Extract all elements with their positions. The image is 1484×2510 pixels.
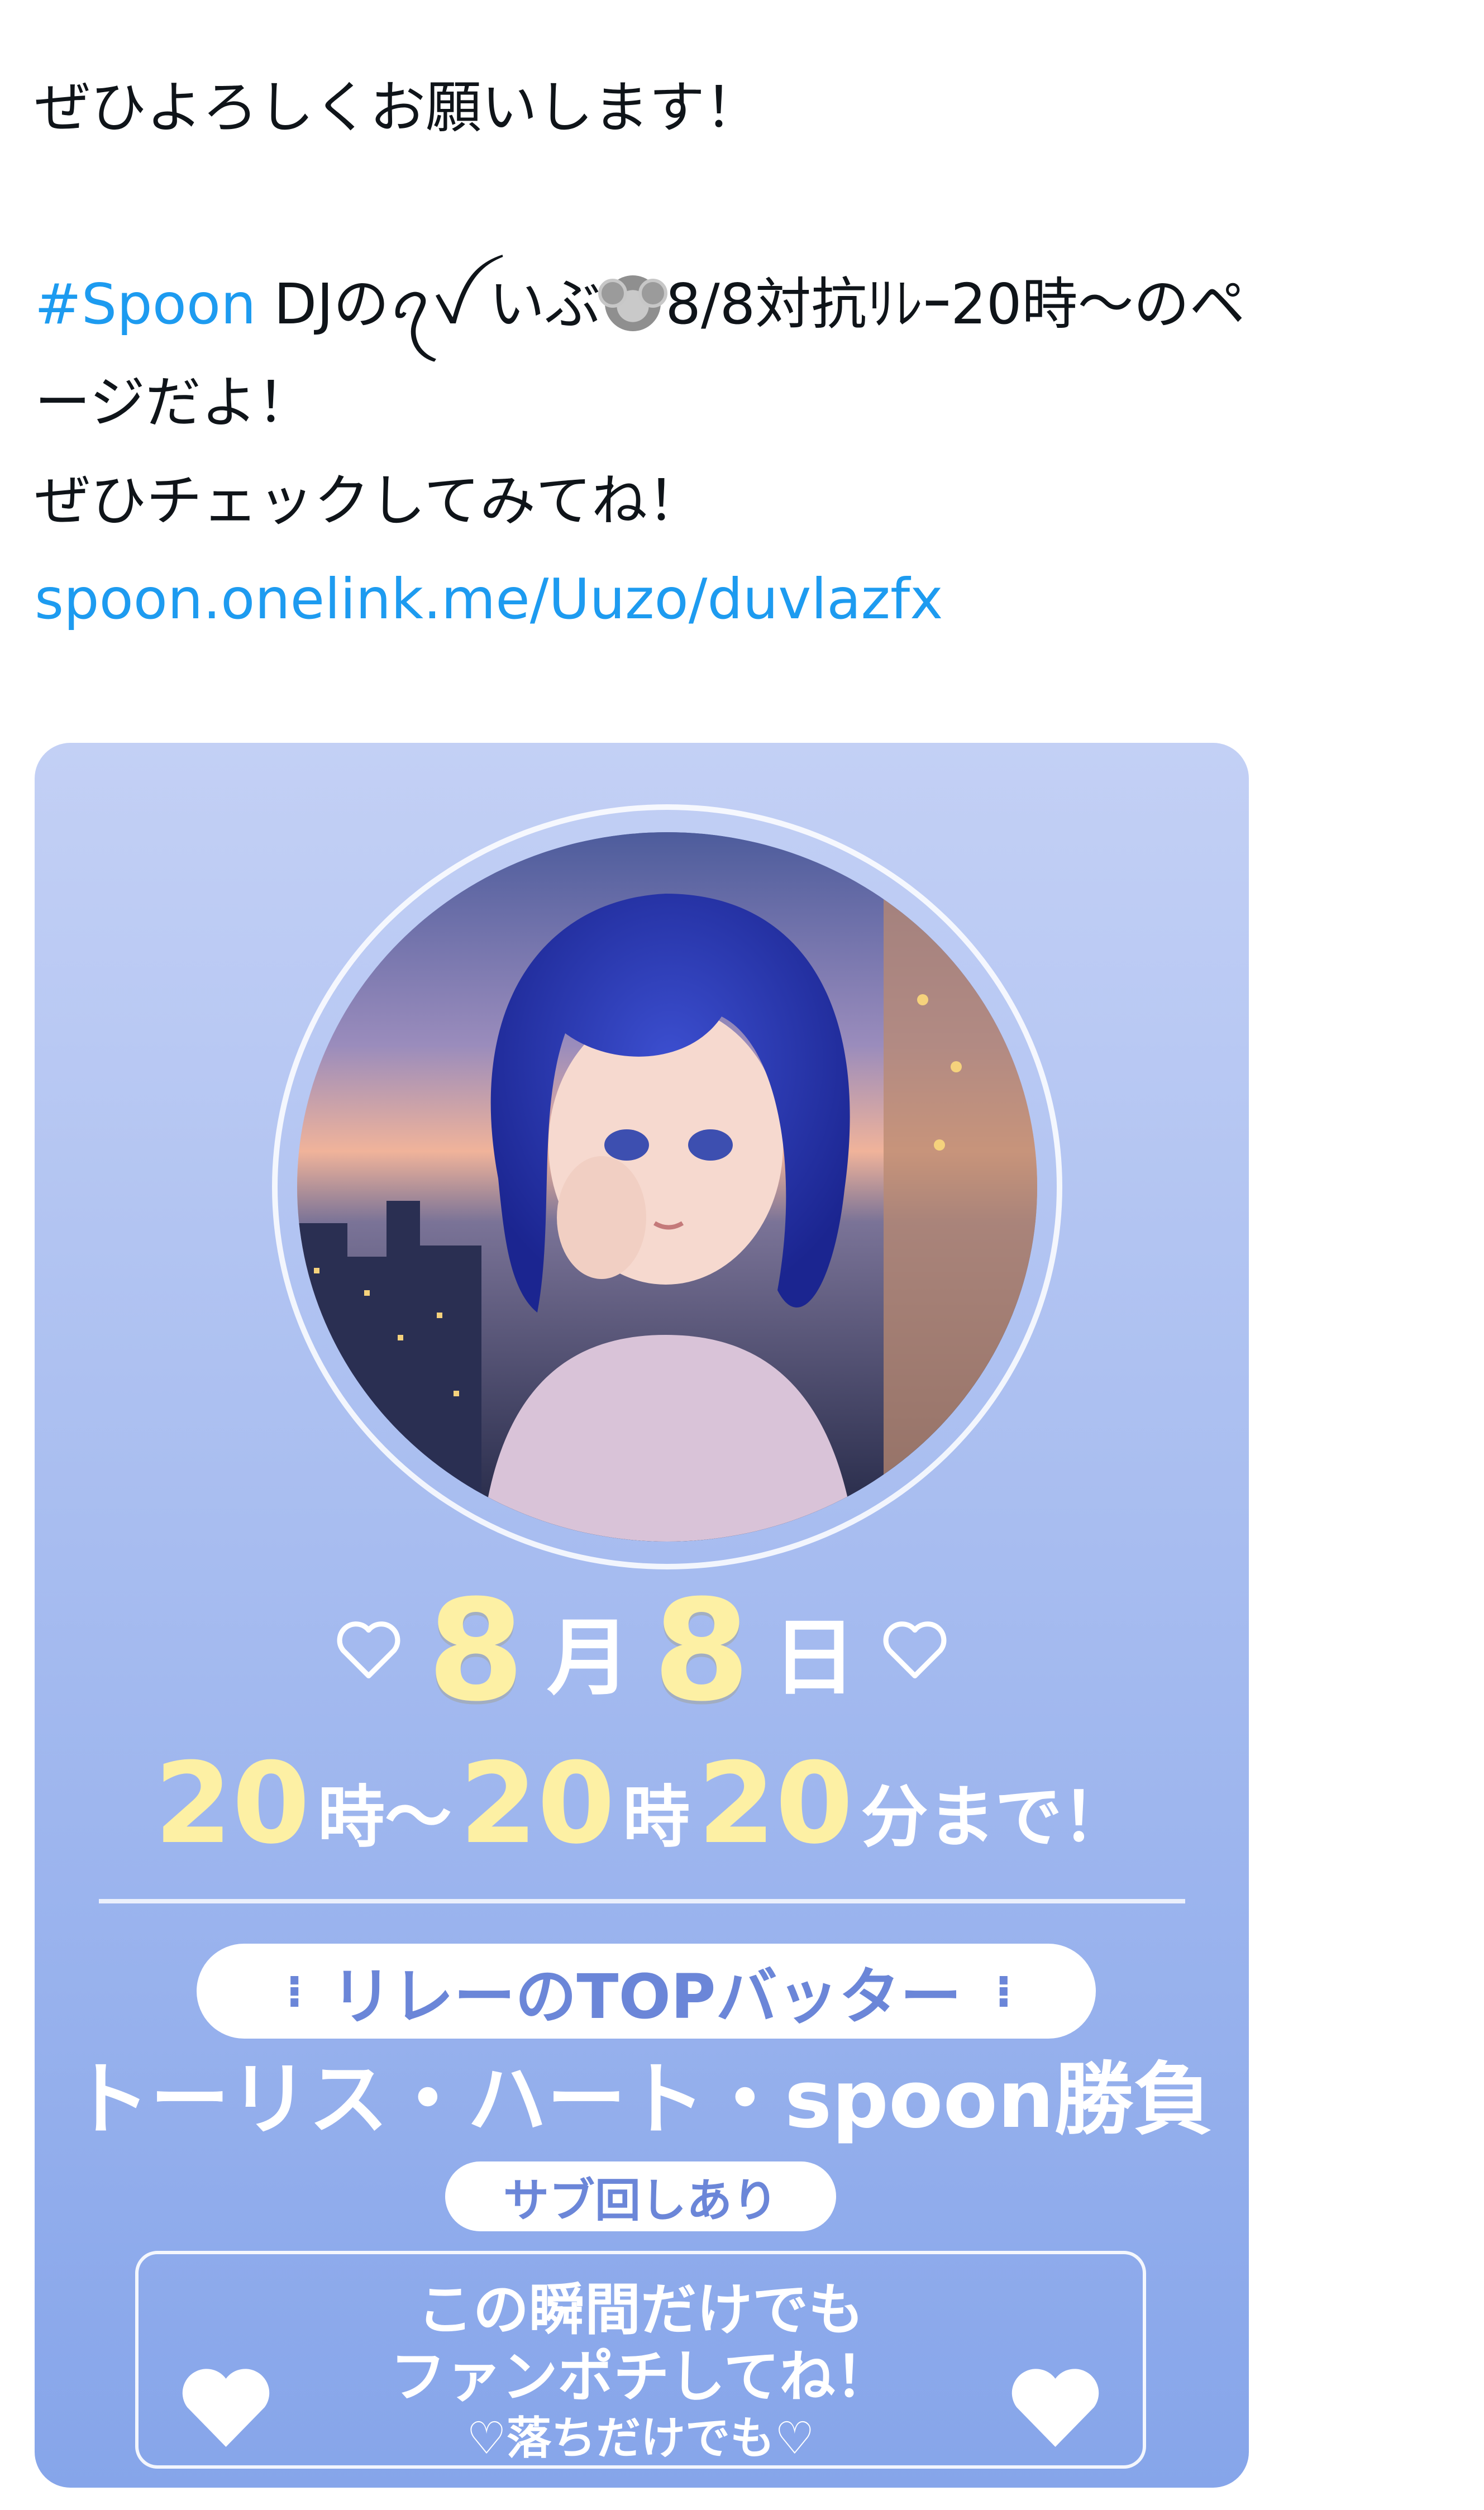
fan-request-line-3: ♡落ちだけでも♡ bbox=[466, 2412, 815, 2464]
time-row: 20 時〜 20 時 20 分まで！ bbox=[35, 1748, 1249, 1860]
heart-outline-icon bbox=[883, 1621, 947, 1679]
day-label: 日 bbox=[772, 1609, 856, 1707]
end-hour: 20 bbox=[459, 1739, 615, 1869]
fan-request-box: この瞬間だけでも ファンポチしてね！ ♡落ちだけでも♡ bbox=[135, 2251, 1146, 2469]
divider bbox=[99, 1899, 1185, 1903]
heart-outline-icon bbox=[337, 1621, 400, 1679]
month-label: 月 bbox=[546, 1609, 631, 1707]
tweet-line-2: #Spoon DJのꪖꪜ いぶ 8/8対抗ﾘﾚｰ20時〜のペ bbox=[35, 255, 1442, 354]
tweet-line-3: ージだよ！ bbox=[35, 370, 313, 435]
tweet-line-2-text-a: DJのꪖꪜ いぶ bbox=[256, 271, 601, 337]
battle-headline: トーリス・ハート・spoon勝負 bbox=[70, 2054, 1213, 2146]
sub-rotation-pill: サブ回しあり bbox=[445, 2161, 836, 2231]
sparkle-icon: ⁝ bbox=[286, 1965, 303, 2017]
heart-filled-icon bbox=[182, 2369, 270, 2447]
start-hour-unit: 時〜 bbox=[317, 1779, 452, 1857]
spoon-link[interactable]: spoon.onelink.me/Uuzo/duvlazfx bbox=[35, 566, 943, 632]
top-batter-pill: ⁝ リレーのTOPバッター ⁝ bbox=[197, 1944, 1096, 2039]
tweet-line-2-text-b: 8/8対抗ﾘﾚｰ20時〜のペ bbox=[665, 271, 1246, 337]
hashtag-link[interactable]: #Spoon bbox=[35, 271, 256, 337]
tweet-line-4: ぜひチェックしてみてね！ bbox=[35, 468, 703, 533]
heart-filled-icon bbox=[1011, 2369, 1099, 2447]
day-number: 8 bbox=[653, 1569, 750, 1732]
sparkle-icon: ⁝ bbox=[995, 1965, 1013, 2017]
end-minute: 20 bbox=[698, 1739, 853, 1869]
start-hour: 20 bbox=[154, 1739, 310, 1869]
end-minute-unit: 分まで！ bbox=[861, 1779, 1129, 1857]
date-row: 8 月 8 日 bbox=[35, 1569, 1249, 1732]
fan-request-line-2: ファンポチしてね！ bbox=[390, 2344, 891, 2409]
tweet-text: ぜひよろしくお願いします！ #Spoon DJのꪖꪜ いぶ 8/8対抗ﾘﾚｰ20時… bbox=[35, 59, 1442, 648]
top-batter-label: リレーのTOPバッター bbox=[331, 1961, 962, 2032]
attached-image-card[interactable]: 8 月 8 日 20 時〜 20 時 20 分まで！ ⁝ リレーのTOPバッター… bbox=[35, 743, 1249, 2488]
fan-request-line-1: この瞬間だけでも bbox=[417, 2277, 864, 2342]
tweet-line-1: ぜひよろしくお願いします！ bbox=[35, 75, 761, 140]
koala-emoji-icon bbox=[598, 275, 668, 331]
anime-girl-avatar-image bbox=[297, 832, 1037, 1542]
month-number: 8 bbox=[427, 1569, 524, 1732]
end-hour-unit: 時 bbox=[623, 1779, 690, 1857]
